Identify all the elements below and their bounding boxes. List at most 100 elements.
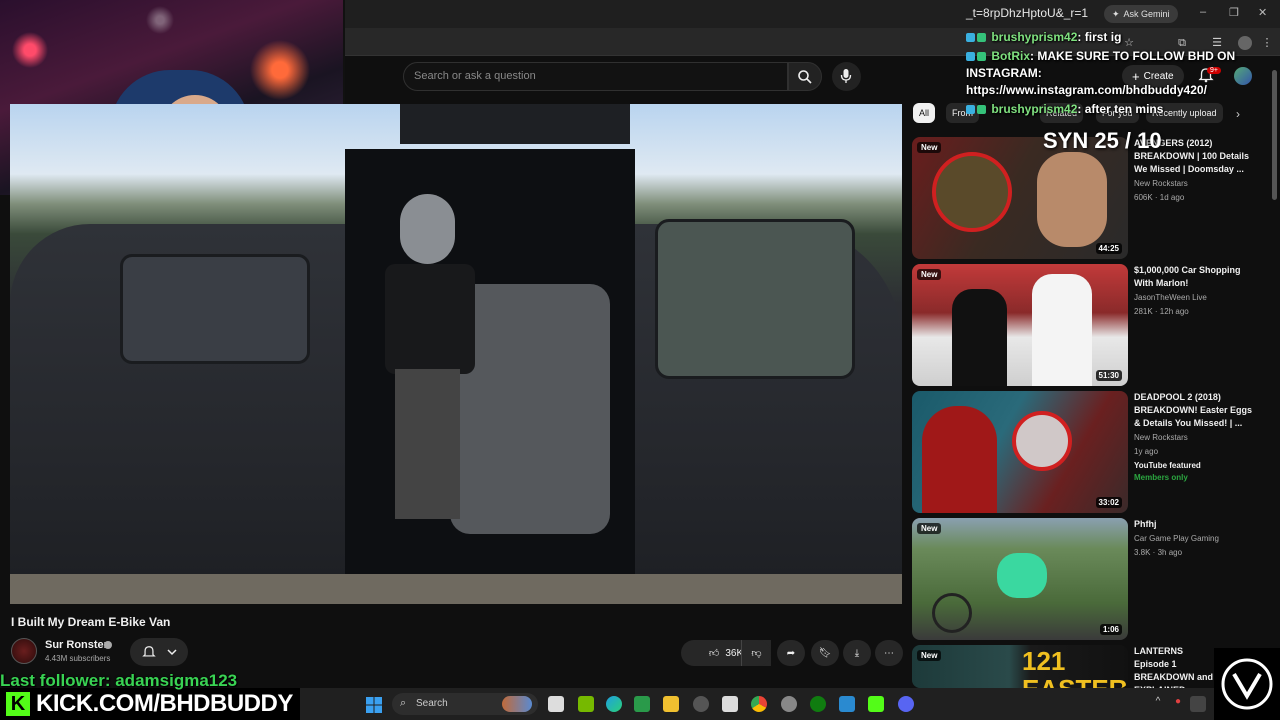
xbox-icon[interactable] xyxy=(810,696,826,712)
duration-badge: 44:25 xyxy=(1095,243,1122,254)
search-placeholder: Search or ask a question xyxy=(414,70,536,82)
share-icon: ➦ xyxy=(786,647,796,659)
subscriber-count: 4.43M subscribers xyxy=(45,654,111,663)
recommendation-title[interactable]: Phfhj xyxy=(1134,518,1258,531)
voice-search-button[interactable] xyxy=(832,62,861,91)
chat-badge-icon xyxy=(966,52,975,61)
search-icon: ⌕ xyxy=(400,697,407,709)
discord-icon[interactable] xyxy=(898,696,914,712)
recommendation-thumbnail[interactable]: New 44:25 xyxy=(912,137,1128,259)
file-explorer-icon[interactable] xyxy=(663,696,679,712)
nvidia-icon[interactable] xyxy=(578,696,594,712)
chat-username: brushyprism42 xyxy=(991,30,1078,44)
obs-icon[interactable] xyxy=(781,696,797,712)
new-badge: New xyxy=(917,523,942,534)
recommendation-meta: 606K · 1d ago xyxy=(1134,193,1185,202)
recommendation-channel[interactable]: New Rockstars xyxy=(1134,179,1188,188)
recommendation-card[interactable]: New 1:06 Phfhj Car Game Play Gaming 3.8K… xyxy=(912,518,1262,640)
chat-text: first ig xyxy=(1084,30,1122,44)
recommendation-meta: 1y ago xyxy=(1134,447,1159,456)
thumb-face xyxy=(1037,152,1107,247)
van-rear-window xyxy=(120,254,310,364)
more-actions-button[interactable]: ⋯ xyxy=(875,640,903,666)
subscription-bell-button[interactable] xyxy=(130,638,188,666)
recommendation-title[interactable]: LANTERNS Episode 1 BREAKDOWN and EXPLAIN… xyxy=(1134,645,1214,688)
thumb-circle xyxy=(1012,411,1072,471)
recommendation-card[interactable]: 33:02 DEADPOOL 2 (2018) BREAKDOWN! Easte… xyxy=(912,391,1262,513)
maximize-button[interactable]: ❐ xyxy=(1229,6,1239,19)
duration-badge: 51:30 xyxy=(1095,370,1122,381)
van-roof-rack xyxy=(400,104,630,144)
chat-message: BotRix: MAKE SURE TO FOLLOW BHD ON INSTA… xyxy=(966,49,1236,97)
kick-app-icon[interactable] xyxy=(868,696,884,712)
channel-avatar[interactable] xyxy=(11,638,37,664)
sidebar-scrollbar[interactable] xyxy=(1272,70,1277,200)
duration-badge: 33:02 xyxy=(1095,497,1122,508)
search-icon xyxy=(798,70,812,84)
chat-badge-icon xyxy=(977,33,986,42)
syn-counter: SYN 25 / 10 xyxy=(1043,128,1162,153)
channel-name[interactable]: Sur Ronster xyxy=(45,639,108,651)
recommendation-card[interactable]: New 51:30 $1,000,000 Car Shopping With M… xyxy=(912,264,1262,386)
app-icon[interactable] xyxy=(839,696,855,712)
filter-chip-all[interactable]: All xyxy=(913,103,936,123)
chat-username: BotRix xyxy=(991,49,1031,63)
edge-icon[interactable] xyxy=(606,696,622,712)
share-button[interactable]: ➦ xyxy=(777,640,805,666)
recommendation-title[interactable]: DEADPOOL 2 (2018) BREAKDOWN! Easter Eggs… xyxy=(1134,391,1258,430)
ask-gemini-button[interactable]: ✦ Ask Gemini xyxy=(1104,5,1178,23)
duration-badge: 1:06 xyxy=(1099,624,1122,635)
search-highlight-icon xyxy=(502,696,532,712)
taskbar-search[interactable]: ⌕ Search xyxy=(392,693,538,715)
search-input[interactable]: Search or ask a question xyxy=(403,62,788,91)
recommendation-thumbnail[interactable]: 33:02 xyxy=(912,391,1128,513)
new-badge: New xyxy=(917,142,942,153)
video-player[interactable] xyxy=(10,104,902,604)
save-button[interactable]: 🔖︎ xyxy=(811,640,839,666)
thumb-person-left xyxy=(952,289,1007,386)
tray-app-icon[interactable] xyxy=(1190,696,1206,712)
last-follower-alert: Last follower: adamsigma123 xyxy=(0,671,238,690)
recommendation-thumbnail[interactable]: New 51:30 xyxy=(912,264,1128,386)
chevron-down-icon xyxy=(167,649,177,656)
address-bar-url[interactable]: _t=8rpDhzHptoU&_r=1 xyxy=(966,6,1088,20)
download-icon: ⤓ xyxy=(854,647,860,659)
bookmark-icon: 🔖︎ xyxy=(818,647,832,659)
close-window-button[interactable]: ✕ xyxy=(1258,6,1267,19)
windows-start-icon[interactable] xyxy=(366,697,382,713)
settings-gear-icon[interactable] xyxy=(693,696,709,712)
van-front-window xyxy=(655,219,855,379)
store-icon[interactable] xyxy=(722,696,738,712)
recommendation-card[interactable]: 121 EASTER EGGS New LANTERNS Episode 1 B… xyxy=(912,645,1262,688)
chat-badge-icon xyxy=(966,33,975,42)
thumb-steering-wheel xyxy=(932,593,972,633)
chat-message: brushyprism42: first ig xyxy=(966,29,1266,46)
rider-figure xyxy=(370,194,475,534)
recommendation-card[interactable]: New 44:25 AVENGERS (2012) BREAKDOWN | 10… xyxy=(912,137,1262,259)
recommendation-channel[interactable]: New Rockstars xyxy=(1134,433,1188,442)
excel-icon[interactable] xyxy=(634,696,650,712)
chrome-icon[interactable] xyxy=(751,696,767,712)
microphone-tray-icon[interactable]: ● xyxy=(1170,696,1186,712)
recommendation-thumbnail[interactable]: New 1:06 xyxy=(912,518,1128,640)
search-button[interactable] xyxy=(788,62,822,91)
mic-icon xyxy=(840,69,852,83)
recommendation-title[interactable]: $1,000,000 Car Shopping With Marlon! xyxy=(1134,264,1258,290)
recommendation-channel[interactable]: JasonTheWeen Live xyxy=(1134,293,1207,302)
thumb-circle xyxy=(932,152,1012,232)
task-view-icon[interactable] xyxy=(548,696,564,712)
chat-badge-icon xyxy=(977,105,986,114)
recommendation-channel[interactable]: Car Game Play Gaming xyxy=(1134,534,1219,543)
syn-logo xyxy=(1214,648,1280,720)
recommendation-thumbnail[interactable]: 121 EASTER EGGS New xyxy=(912,645,1128,688)
more-icon: ⋯ xyxy=(884,647,894,659)
download-button[interactable]: ⤓ xyxy=(843,640,871,666)
dislike-button[interactable]: 👎︎ xyxy=(741,640,771,666)
tray-chevron-icon[interactable]: ^ xyxy=(1150,696,1166,712)
new-badge: New xyxy=(917,650,942,661)
thumbs-up-icon: 👍︎ xyxy=(708,648,720,659)
sparkle-icon: ✦ xyxy=(1112,8,1120,19)
recommendation-meta: 281K · 12h ago xyxy=(1134,307,1189,316)
minimize-button[interactable]: – xyxy=(1200,6,1206,18)
ask-gemini-label: Ask Gemini xyxy=(1123,9,1170,19)
